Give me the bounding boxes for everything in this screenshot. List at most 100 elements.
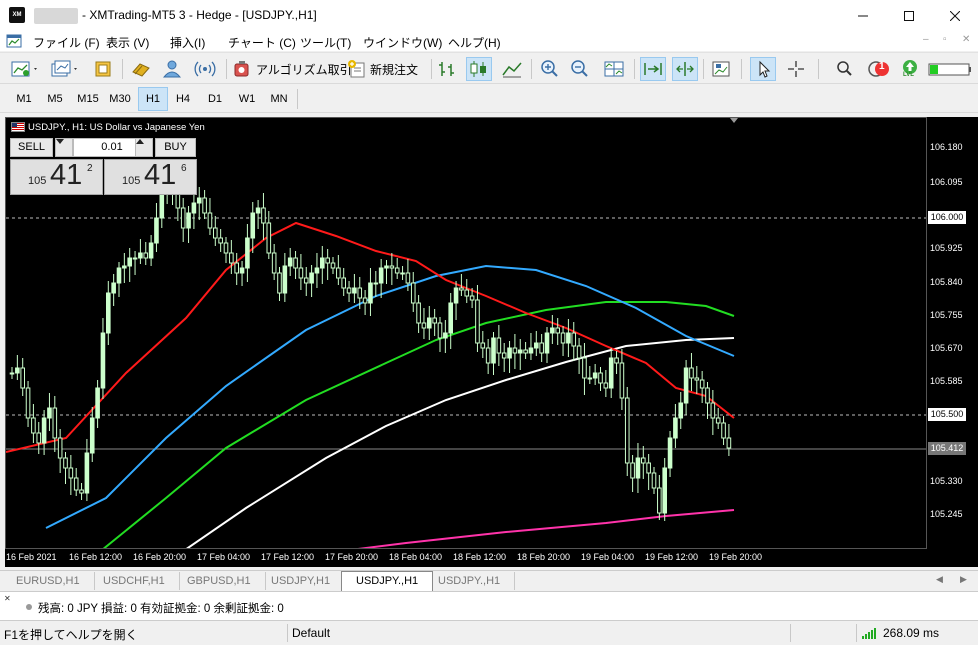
menu-view[interactable]: 表示 (V) <box>106 34 149 51</box>
ping-value: 268.09 ms <box>883 626 940 640</box>
candle-body <box>138 252 143 259</box>
tab-usdjpy-dot[interactable]: USDJPY.,H1 <box>424 572 516 590</box>
title-bar: XM - XMTrading-MT5 3 - Hedge - [USDJPY.,… <box>0 0 978 31</box>
timeframe-w1[interactable]: W1 <box>233 87 261 111</box>
navigator-button[interactable] <box>160 57 184 81</box>
buy-price-box[interactable]: 105 41 6 <box>104 159 197 195</box>
timeframe-m30[interactable]: M30 <box>105 87 135 111</box>
bar-chart-button[interactable] <box>436 57 460 81</box>
candle-body <box>111 282 116 294</box>
zoom-in-button[interactable] <box>538 57 562 81</box>
tab-usdjpy[interactable]: USDJPY,H1 <box>257 572 346 590</box>
sell-price-main: 41 <box>50 159 83 191</box>
us-flag-icon <box>11 122 25 132</box>
tab-scroll-right-icon[interactable]: ▶ <box>960 574 967 585</box>
menu-file[interactable]: ファイル (F) <box>33 34 100 51</box>
depth-of-market-button[interactable] <box>130 57 154 81</box>
candle-body <box>475 299 480 344</box>
menu-chart[interactable]: チャート (C) <box>228 34 296 51</box>
candle-body <box>207 212 213 229</box>
level-label: LVL <box>903 72 914 78</box>
candle-body <box>314 267 320 274</box>
close-button[interactable] <box>932 0 978 31</box>
time-axis[interactable]: 16 Feb 2021 16 Feb 12:00 16 Feb 20:00 17… <box>5 549 978 567</box>
sell-button[interactable]: SELL <box>10 138 53 157</box>
chevron-up-icon <box>136 139 144 144</box>
x-tick: 16 Feb 12:00 <box>69 552 123 562</box>
new-order-button[interactable]: 新規注文 <box>346 57 418 81</box>
candle-body <box>394 267 400 274</box>
indicators-button[interactable] <box>710 57 734 81</box>
notifications-button[interactable]: 1 <box>866 57 894 81</box>
crosshair-button[interactable] <box>784 57 808 81</box>
tab-usdjpy-dot-active[interactable]: USDJPY.,H1 <box>341 571 434 591</box>
cursor-button[interactable] <box>750 57 776 81</box>
candle-body <box>598 372 603 384</box>
price-chart[interactable]: USDJPY., H1: US Dollar vs Japanese Yen S… <box>5 117 927 549</box>
tab-eurusd[interactable]: EURUSD,H1 <box>2 572 95 590</box>
tab-gbpusd[interactable]: GBPUSD,H1 <box>173 572 266 590</box>
volume-up-button[interactable] <box>135 138 153 157</box>
zoom-out-button[interactable] <box>568 57 592 81</box>
line-chart-button[interactable] <box>500 57 524 81</box>
sell-price-sup: 2 <box>87 163 93 174</box>
y-tick: 105.245 <box>930 509 963 519</box>
chart-shift-button[interactable] <box>672 57 698 81</box>
x-tick: 16 Feb 20:00 <box>133 552 187 562</box>
price-axis[interactable]: 106.180 106.095 106.000 105.925 105.840 … <box>927 117 978 549</box>
timeframe-h4[interactable]: H4 <box>169 87 197 111</box>
menu-tools[interactable]: ツール(T) <box>300 34 351 51</box>
minimize-button[interactable] <box>840 0 886 31</box>
moving-average-line <box>102 301 735 548</box>
buy-button[interactable]: BUY <box>155 138 196 157</box>
signals-button[interactable] <box>193 57 217 81</box>
volume-down-button[interactable] <box>55 138 73 157</box>
close-panel-icon[interactable]: ✕ <box>4 594 11 603</box>
candle-body <box>507 347 512 359</box>
timeframe-m5[interactable]: M5 <box>41 87 69 111</box>
candle-body <box>191 202 197 214</box>
tab-usdchf[interactable]: USDCHF,H1 <box>89 572 180 590</box>
candle-body <box>582 357 587 379</box>
menu-window[interactable]: ウインドウ(W) <box>363 34 442 51</box>
zoom-out-icon <box>571 60 588 77</box>
candle-body <box>726 437 732 449</box>
candlestick-chart-button[interactable] <box>466 57 492 81</box>
timeframe-h1[interactable]: H1 <box>138 87 168 111</box>
candle-body <box>31 417 36 434</box>
candle-body <box>239 267 245 274</box>
tile-windows-button[interactable] <box>602 57 626 81</box>
moving-average-line <box>6 221 735 453</box>
candle-body <box>699 379 705 389</box>
price-level-105500: 105.500 <box>928 408 966 421</box>
menu-help[interactable]: ヘルプ(H) <box>448 34 501 51</box>
profile-name[interactable]: Default <box>292 626 330 640</box>
level-button[interactable]: LVL <box>900 57 920 81</box>
timeframe-m15[interactable]: M15 <box>72 87 104 111</box>
gold-bars-icon <box>132 63 150 77</box>
templates-button[interactable] <box>92 57 116 81</box>
candle-body <box>73 477 79 491</box>
candle-body <box>52 407 58 439</box>
chart-window-icon[interactable] <box>6 33 22 48</box>
menu-bar: ファイル (F) 表示 (V) 挿入(I) チャート (C) ツール(T) ウイ… <box>0 31 978 51</box>
candle-body <box>79 489 84 494</box>
candle-body <box>287 257 293 267</box>
algo-trading-button[interactable]: アルゴリズム取引 <box>232 57 352 81</box>
search-button[interactable] <box>836 57 854 81</box>
tab-scroll-left-icon[interactable]: ◀ <box>936 574 943 585</box>
sell-price-box[interactable]: 105 41 2 <box>10 159 103 195</box>
new-chart-button[interactable] <box>10 57 40 81</box>
profiles-button[interactable] <box>50 57 80 81</box>
child-minimize-icon[interactable]: – <box>923 34 929 45</box>
candle-body <box>432 317 437 324</box>
auto-scroll-button[interactable] <box>640 57 666 81</box>
menu-insert[interactable]: 挿入(I) <box>170 34 205 51</box>
maximize-button[interactable] <box>886 0 932 31</box>
child-restore-icon[interactable]: ▫ <box>943 34 947 45</box>
candle-body <box>416 302 421 324</box>
timeframe-d1[interactable]: D1 <box>201 87 229 111</box>
child-close-icon[interactable]: ✕ <box>962 34 970 45</box>
timeframe-mn[interactable]: MN <box>264 87 294 111</box>
timeframe-m1[interactable]: M1 <box>10 87 38 111</box>
